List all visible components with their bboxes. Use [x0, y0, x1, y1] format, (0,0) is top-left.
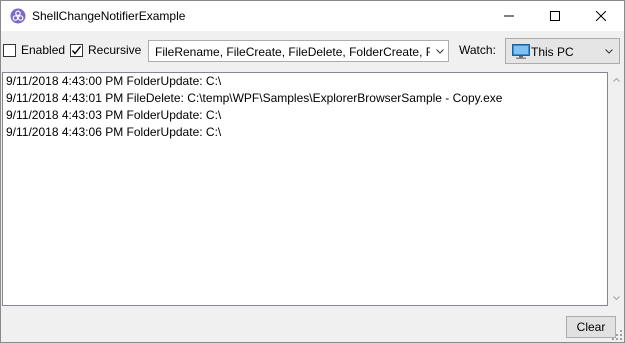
- vertical-scrollbar[interactable]: [608, 72, 624, 306]
- enabled-checkbox[interactable]: [3, 44, 16, 57]
- chevron-down-icon[interactable]: [600, 39, 617, 63]
- toolbar: Enabled Recursive FileRename, FileCreate…: [1, 32, 624, 70]
- watch-location-value: This PC: [531, 45, 574, 59]
- log-entry[interactable]: 9/11/2018 4:43:03 PM FolderUpdate: C:\: [6, 108, 221, 122]
- log-entry[interactable]: 9/11/2018 4:43:01 PM FileDelete: C:\temp…: [6, 91, 502, 105]
- clear-button[interactable]: Clear: [566, 316, 616, 338]
- close-icon: [596, 11, 606, 21]
- main-window: ShellChangeNotifierExample Enabled Recur…: [0, 0, 625, 343]
- scroll-down-icon[interactable]: [608, 290, 624, 306]
- watch-label: Watch:: [459, 43, 496, 57]
- log-entry[interactable]: 9/11/2018 4:43:06 PM FolderUpdate: C:\: [6, 125, 221, 139]
- shell-link-icon: [10, 8, 26, 24]
- resize-grip-icon[interactable]: [612, 330, 623, 341]
- watch-location-dropdown[interactable]: This PC: [505, 38, 620, 64]
- event-log-list[interactable]: 9/11/2018 4:43:00 PM FolderUpdate: C:\ 9…: [2, 72, 608, 306]
- minimize-button[interactable]: [486, 1, 532, 31]
- minimize-icon: [504, 15, 514, 17]
- window-title: ShellChangeNotifierExample: [32, 9, 186, 23]
- event-types-dropdown[interactable]: FileRename, FileCreate, FileDelete, Fold…: [148, 40, 449, 62]
- event-types-value: FileRename, FileCreate, FileDelete, Fold…: [155, 45, 430, 59]
- title-bar[interactable]: ShellChangeNotifierExample: [1, 1, 624, 31]
- enabled-label[interactable]: Enabled: [21, 43, 65, 57]
- checkmark-icon: [71, 46, 82, 55]
- scroll-up-icon[interactable]: [608, 72, 624, 88]
- maximize-button[interactable]: [532, 1, 578, 31]
- log-entry[interactable]: 9/11/2018 4:43:00 PM FolderUpdate: C:\: [6, 74, 221, 88]
- maximize-icon: [550, 11, 560, 21]
- recursive-label[interactable]: Recursive: [88, 43, 141, 57]
- computer-icon: [512, 44, 530, 59]
- chevron-down-icon[interactable]: [431, 41, 448, 61]
- recursive-checkbox[interactable]: [70, 44, 83, 57]
- close-button[interactable]: [578, 1, 624, 31]
